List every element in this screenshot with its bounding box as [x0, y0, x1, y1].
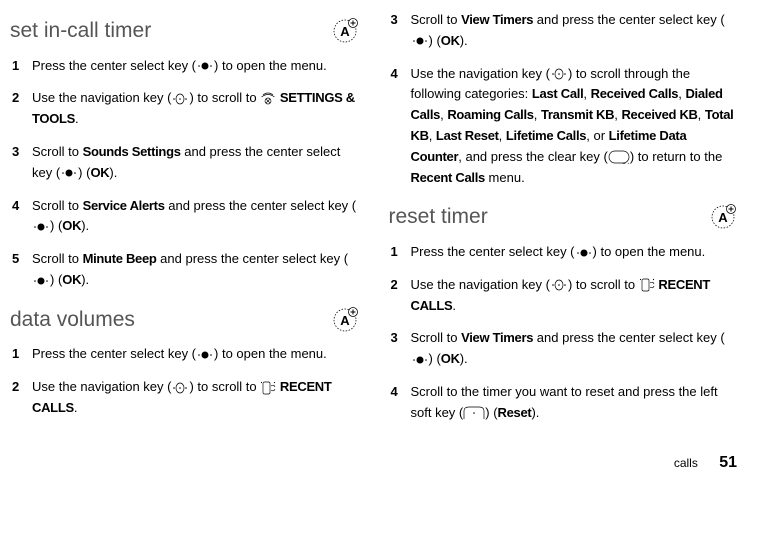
page-footer: calls 51: [10, 450, 737, 476]
heading-set-in-call-timer: set in-call timer: [10, 14, 359, 48]
step-text: Scroll to the timer you want to reset an…: [411, 382, 738, 424]
step-number: 2: [12, 88, 32, 130]
step: 3 Scroll to Sounds Settings and press th…: [10, 142, 359, 184]
right-column: 3 Scroll to View Timers and press the ce…: [389, 10, 738, 436]
step: 4 Scroll to Service Alerts and press the…: [10, 196, 359, 238]
clear-key-icon: CLR: [608, 150, 630, 164]
step: 3 Scroll to View Timers and press the ce…: [389, 10, 738, 52]
navigation-key-icon: [550, 68, 568, 80]
step-text: Scroll to View Timers and press the cent…: [411, 10, 738, 52]
step-number: 3: [391, 10, 411, 52]
heading-data-volumes: data volumes: [10, 303, 359, 337]
navigation-key-icon: [171, 382, 189, 394]
navigation-key-icon: [171, 93, 189, 105]
center-select-key-icon: [196, 350, 214, 360]
step-number: 2: [391, 275, 411, 317]
step-number: 4: [391, 64, 411, 189]
center-select-key-icon: [32, 276, 50, 286]
heading-text: reset timer: [389, 200, 488, 234]
step: 2 Use the navigation key () to scroll to…: [10, 88, 359, 130]
step-text: Scroll to Minute Beep and press the cent…: [32, 249, 359, 291]
step: 1 Press the center select key () to open…: [389, 242, 738, 263]
step-text: Press the center select key () to open t…: [411, 242, 738, 263]
step-text: Scroll to View Timers and press the cent…: [411, 328, 738, 370]
feature-badge-icon: [709, 203, 737, 231]
center-select-key-icon: [32, 222, 50, 232]
step-text: Press the center select key () to open t…: [32, 344, 359, 365]
step-number: 1: [391, 242, 411, 263]
step: 1 Press the center select key () to open…: [10, 344, 359, 365]
step: 2 Use the navigation key () to scroll to…: [10, 377, 359, 419]
step-number: 4: [12, 196, 32, 238]
heading-text: data volumes: [10, 303, 135, 337]
step-number: 1: [12, 56, 32, 77]
step: 3 Scroll to View Timers and press the ce…: [389, 328, 738, 370]
navigation-key-icon: [550, 279, 568, 291]
center-select-key-icon: [60, 168, 78, 178]
recent-calls-icon: [260, 381, 276, 395]
center-select-key-icon: [411, 36, 429, 46]
svg-text:CLR: CLR: [621, 162, 630, 164]
step-number: 3: [391, 328, 411, 370]
step-number: 3: [12, 142, 32, 184]
step-number: 2: [12, 377, 32, 419]
step-text: Use the navigation key () to scroll to S…: [32, 88, 359, 130]
left-soft-key-icon: [463, 406, 485, 420]
feature-badge-icon: [331, 17, 359, 45]
feature-badge-icon: [331, 306, 359, 334]
recent-calls-icon: [639, 278, 655, 292]
step-text: Scroll to Service Alerts and press the c…: [32, 196, 359, 238]
step: 2 Use the navigation key () to scroll to…: [389, 275, 738, 317]
heading-text: set in-call timer: [10, 14, 151, 48]
center-select-key-icon: [196, 61, 214, 71]
heading-reset-timer: reset timer: [389, 200, 738, 234]
step-text: Use the navigation key () to scroll to R…: [411, 275, 738, 317]
footer-label: calls: [674, 456, 698, 470]
step-text: Use the navigation key () to scroll to R…: [32, 377, 359, 419]
step-text: Use the navigation key () to scroll thro…: [411, 64, 738, 189]
step: 4 Scroll to the timer you want to reset …: [389, 382, 738, 424]
step-number: 5: [12, 249, 32, 291]
left-column: set in-call timer 1 Press the center sel…: [10, 10, 359, 436]
step-text: Press the center select key () to open t…: [32, 56, 359, 77]
step: 5 Scroll to Minute Beep and press the ce…: [10, 249, 359, 291]
center-select-key-icon: [411, 355, 429, 365]
step-text: Scroll to Sounds Settings and press the …: [32, 142, 359, 184]
settings-tools-icon: [260, 92, 276, 106]
step: 1 Press the center select key () to open…: [10, 56, 359, 77]
step: 4 Use the navigation key () to scroll th…: [389, 64, 738, 189]
step-number: 4: [391, 382, 411, 424]
page-number: 51: [719, 454, 737, 471]
step-number: 1: [12, 344, 32, 365]
center-select-key-icon: [575, 248, 593, 258]
